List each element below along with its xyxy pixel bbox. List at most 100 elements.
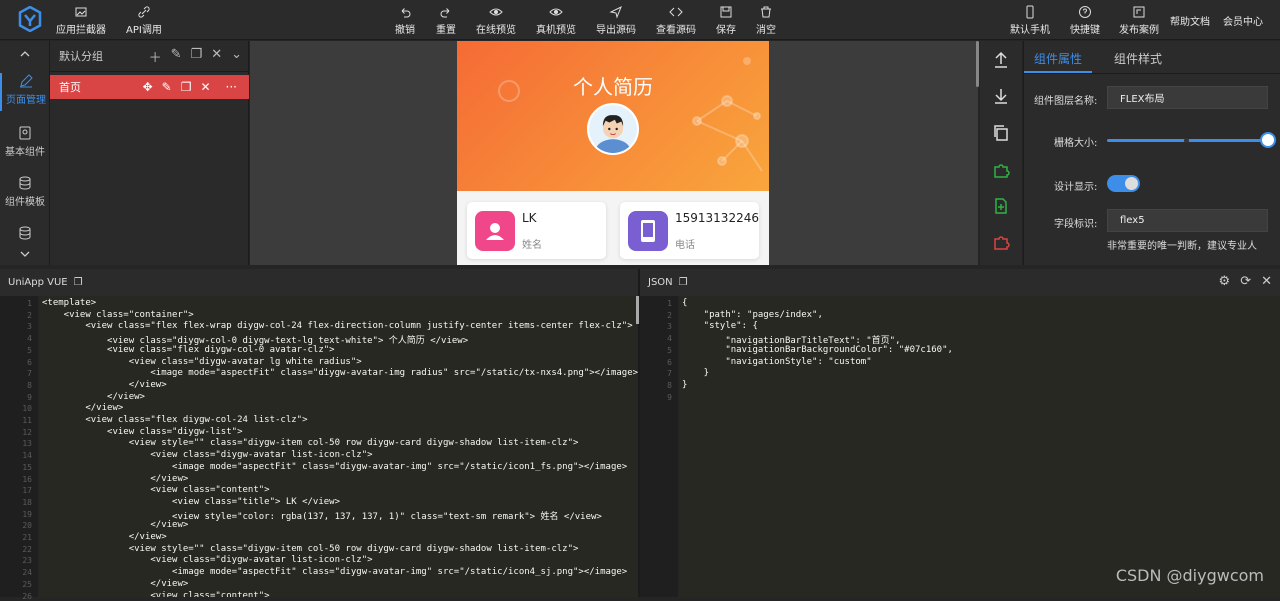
vue-line-gutter: 1 2 3 4 5 6 7 8 9 10 11 12 13 14 15 16 17 18 19 20 21 22 23 24 2… <box>0 296 38 601</box>
undo-button[interactable]: 撤销 <box>395 5 415 36</box>
tab-component-props[interactable]: 组件属性 <box>1024 41 1093 73</box>
clear-label: 消空 <box>756 25 776 36</box>
line-number: 4 <box>667 334 672 344</box>
grid-size-slider-handle[interactable] <box>1260 132 1276 148</box>
pages-panel: 默认分组 ＋ ✎ ❐ ✕ ⌄ 首页 ✥ ✎ ❐ ✕ ··· <box>50 41 249 265</box>
avatar[interactable] <box>587 103 639 155</box>
copy-icon[interactable]: ❐ <box>679 277 688 288</box>
copy-icon[interactable] <box>992 124 1010 142</box>
settings-icon[interactable]: ⚙ <box>1219 274 1231 289</box>
layer-name-input[interactable]: FLEX布局 <box>1107 86 1268 109</box>
help-docs-link[interactable]: 帮助文档 <box>1170 13 1210 28</box>
component-icon <box>19 126 31 140</box>
move-down-icon[interactable] <box>992 87 1010 105</box>
line-number: 7 <box>27 369 32 379</box>
page-item-home[interactable]: 首页 ✥ ✎ ❐ ✕ ··· <box>50 75 249 99</box>
phone-icon <box>1026 5 1034 19</box>
line-number: 6 <box>27 357 32 367</box>
move-icon[interactable]: ✥ <box>143 80 153 94</box>
design-display-toggle[interactable] <box>1107 175 1140 192</box>
chevron-down-icon[interactable]: ⌄ <box>231 47 242 66</box>
member-center-link[interactable]: 会员中心 <box>1223 13 1263 28</box>
code-line: <template> <box>42 298 97 308</box>
name-card[interactable]: LK 姓名 <box>467 202 606 259</box>
code-line: </view> <box>42 532 167 542</box>
nav-component-templates[interactable]: 组件模板 <box>0 175 50 208</box>
export-source-button[interactable]: 导出源码 <box>596 5 636 36</box>
phone-card[interactable]: 15913132246 电话 <box>620 202 759 259</box>
file-add-icon[interactable] <box>992 197 1010 215</box>
app-logo[interactable] <box>18 6 42 32</box>
save-button[interactable]: 保存 <box>716 5 736 36</box>
copy-icon[interactable]: ❐ <box>181 80 192 94</box>
redo-icon <box>440 8 450 18</box>
edit-icon[interactable]: ✎ <box>171 47 182 66</box>
line-number: 25 <box>22 579 32 589</box>
line-number: 1 <box>27 299 32 308</box>
phone-preview[interactable]: 个人简历 LK 姓名 15913132246 电话 <box>457 41 769 265</box>
grid-size-label: 栅格大小: <box>1054 138 1098 149</box>
move-up-icon[interactable] <box>992 51 1010 69</box>
group-title: 默认分组 <box>59 50 103 63</box>
line-number: 15 <box>22 462 32 472</box>
page-item-label: 首页 <box>59 81 81 94</box>
vue-code-editor[interactable]: <template> <view class="container"> <vie… <box>40 296 638 597</box>
more-icon[interactable]: ··· <box>226 80 237 94</box>
properties-tabs: 组件属性 组件样式 <box>1024 41 1280 74</box>
api-call-button[interactable]: API调用 <box>126 5 162 36</box>
nav-basic-components[interactable]: 基本组件 <box>0 125 50 158</box>
line-number: 13 <box>22 439 32 449</box>
line-number: 24 <box>22 568 32 578</box>
close-icon[interactable]: ✕ <box>200 80 210 94</box>
vue-scrollbar[interactable] <box>636 296 639 324</box>
code-line: <image mode="aspectFit" class="diygw-ava… <box>42 368 638 379</box>
copy-icon[interactable]: ❐ <box>74 277 83 288</box>
add-icon[interactable]: ＋ <box>149 47 162 66</box>
chevron-down-icon[interactable] <box>19 249 31 259</box>
code-line: </view> <box>42 403 124 414</box>
default-phone-button[interactable]: 默认手机 <box>1010 5 1050 36</box>
top-toolbar: 应用拦截器 API调用 撤销 重置 在线预览 真机预览 导出源码 查看源码 保存… <box>0 0 1280 40</box>
plugin-add-icon[interactable] <box>992 161 1010 179</box>
device-preview-button[interactable]: 真机预览 <box>536 5 576 36</box>
refresh-icon[interactable]: ⟳ <box>1240 274 1251 289</box>
line-number: 6 <box>667 357 672 367</box>
close-icon[interactable]: ✕ <box>1261 274 1272 289</box>
line-number: 19 <box>22 509 32 519</box>
nav-basic-components-label: 基本组件 <box>5 147 45 158</box>
trash-icon <box>761 6 771 18</box>
publish-case-button[interactable]: 发布案例 <box>1119 5 1159 36</box>
online-preview-button[interactable]: 在线预览 <box>476 5 516 36</box>
plugin-remove-icon[interactable] <box>992 233 1010 251</box>
database-icon[interactable] <box>17 225 33 241</box>
card-subtitle: 电话 <box>675 240 695 251</box>
json-code-editor[interactable]: { "path": "pages/index", "style": { "nav… <box>680 296 1280 597</box>
clear-button[interactable]: 消空 <box>756 5 776 36</box>
json-code-panel: JSON ❐ ⚙ ⟳ ✕ 1 2 3 45 6 78 9 { "path": "pages/… <box>640 269 1280 597</box>
code-line: "navigationStyle": "custom" <box>682 356 872 367</box>
nav-page-management[interactable]: 页面管理 <box>0 73 50 111</box>
hero-section[interactable]: 个人简历 <box>457 41 769 191</box>
line-number: 18 <box>22 497 32 507</box>
chevron-up-icon[interactable] <box>19 49 31 59</box>
view-source-button[interactable]: 查看源码 <box>656 5 696 36</box>
view-source-label: 查看源码 <box>656 25 696 36</box>
interceptor-button[interactable]: 应用拦截器 <box>56 5 106 36</box>
code-line: </view> <box>42 473 189 484</box>
canvas-scrollbar[interactable] <box>976 41 979 87</box>
close-icon[interactable]: ✕ <box>211 47 222 66</box>
edit-icon[interactable]: ✎ <box>162 80 172 94</box>
redo-button[interactable]: 重置 <box>436 5 456 36</box>
design-canvas[interactable]: 个人简历 LK 姓名 15913132246 电话 <box>250 41 978 265</box>
shortcut-button[interactable]: 快捷键 <box>1070 5 1100 36</box>
shortcut-label: 快捷键 <box>1070 25 1100 36</box>
tab-component-style[interactable]: 组件样式 <box>1104 41 1172 73</box>
copy-icon[interactable]: ❐ <box>191 47 203 66</box>
layer-name-label: 组件图层名称: <box>1034 96 1098 107</box>
edit-icon <box>20 74 33 88</box>
field-id-input[interactable]: flex5 <box>1107 209 1268 232</box>
json-line-gutter: 1 2 3 45 6 78 9 <box>640 296 678 597</box>
card-title: 15913132246 <box>675 211 759 225</box>
line-number: 5 <box>667 345 672 355</box>
line-number: 26 <box>22 591 32 601</box>
